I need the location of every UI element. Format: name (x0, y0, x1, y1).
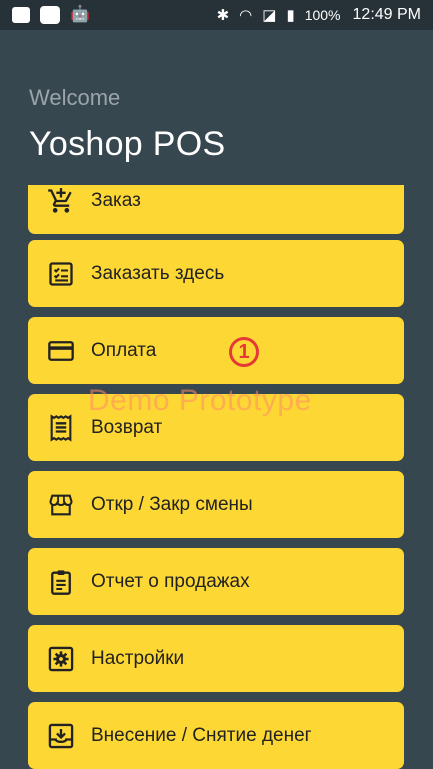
store-icon (46, 490, 76, 520)
cart-add-icon (46, 186, 76, 216)
download-tray-icon (46, 721, 76, 751)
checklist-icon (46, 259, 76, 289)
menu-item-label: Заказ (91, 189, 141, 211)
menu-item-label: Возврат (91, 416, 163, 438)
welcome-text: Welcome (29, 85, 121, 110)
menu-item-label: Откр / Закр смены (91, 493, 253, 515)
settings-icon (46, 644, 76, 674)
bluetooth-icon: ✱ (216, 6, 230, 24)
demo-watermark: Demo Prototype (88, 384, 312, 417)
message-notification-icon (12, 7, 30, 23)
menu-item-label: Настройки (91, 647, 185, 669)
battery-charging-icon: ▮ (286, 6, 295, 24)
menu-item-label: Оплата (91, 339, 157, 361)
header: Welcome Yoshop POS (29, 84, 225, 166)
menu-item-shift[interactable]: Откр / Закр смены (28, 471, 404, 538)
menu-item-order[interactable]: Заказ (28, 185, 404, 234)
menu-item-label: Отчет о продажах (91, 570, 250, 592)
battery-percent: 100% (304, 7, 341, 23)
menu-item-payment[interactable]: Оплата (28, 317, 404, 384)
app-title: Yoshop POS (29, 125, 226, 163)
credit-card-icon (46, 336, 76, 366)
clipboard-icon (46, 567, 76, 597)
menu-item-label: Внесение / Снятие денег (91, 724, 312, 746)
app-notification-icon (40, 6, 60, 24)
wifi-icon: ◠ (239, 6, 253, 24)
main-menu: Заказ Заказать здесь Оплата Возврат Откр… (28, 185, 404, 769)
receipt-icon (46, 413, 76, 443)
step-marker-badge: 1 (229, 337, 259, 367)
clock: 12:49 PM (352, 6, 421, 23)
menu-item-sales-report[interactable]: Отчет о продажах (28, 548, 404, 615)
menu-item-settings[interactable]: Настройки (28, 625, 404, 692)
menu-item-label: Заказать здесь (91, 262, 225, 284)
menu-item-order-here[interactable]: Заказать здесь (28, 240, 404, 307)
android-icon: 🤖 (70, 6, 90, 23)
menu-item-cash-in-out[interactable]: Внесение / Снятие денег (28, 702, 404, 769)
no-sim-icon: ◪ (262, 6, 277, 24)
status-bar: 🤖 ✱ ◠ ◪ ▮ 100% 12:49 PM (0, 0, 433, 30)
